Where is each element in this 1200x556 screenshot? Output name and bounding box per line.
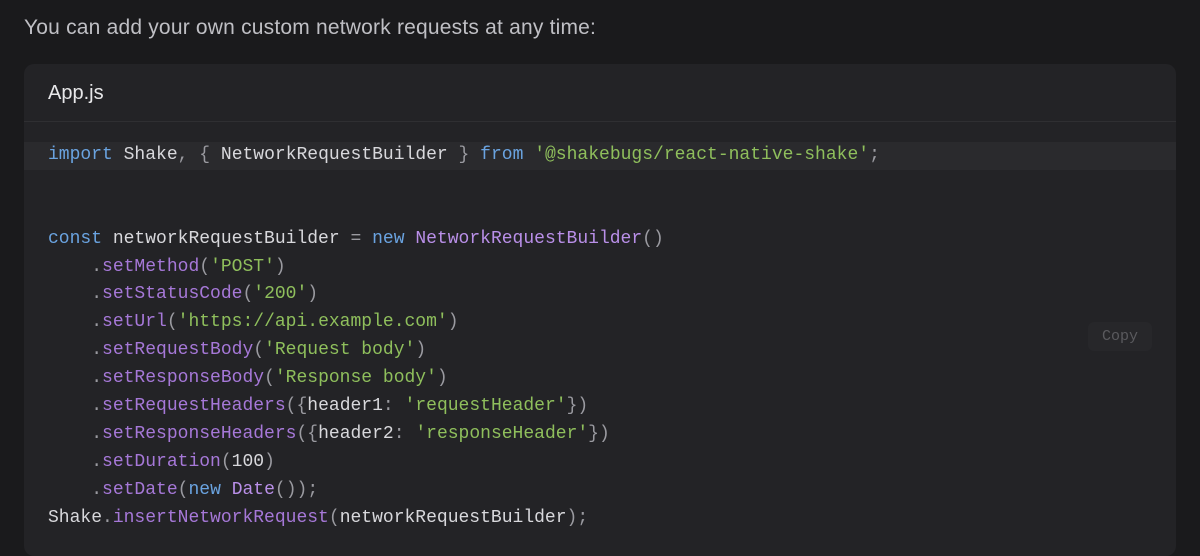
punct: : (394, 424, 405, 444)
punct: { (307, 424, 318, 444)
indent (48, 396, 91, 416)
fn-call: setMethod (102, 257, 199, 277)
punct: , (178, 145, 189, 165)
punct: . (91, 340, 102, 360)
ident-shake: Shake (124, 145, 178, 165)
space (405, 424, 416, 444)
str-arg: '200' (253, 284, 307, 304)
punct: ) (599, 424, 610, 444)
punct: : (383, 396, 394, 416)
str-val: 'responseHeader' (415, 424, 588, 444)
punct: . (91, 312, 102, 332)
punct: ( (264, 368, 275, 388)
obj-key: header2 (318, 424, 394, 444)
punct: . (91, 452, 102, 472)
punct: ( (178, 480, 189, 500)
op-eq: = (350, 229, 361, 249)
punct: } (588, 424, 599, 444)
punct: ( (167, 312, 178, 332)
punct: { (199, 145, 210, 165)
num-arg: 100 (232, 452, 264, 472)
fn-call: setUrl (102, 312, 167, 332)
indent (48, 424, 91, 444)
punct: . (91, 424, 102, 444)
fn-call: setStatusCode (102, 284, 242, 304)
type-date: Date (232, 480, 275, 500)
punct: ) (577, 396, 588, 416)
ident-var: networkRequestBuilder (113, 229, 340, 249)
kw-from: from (480, 145, 523, 165)
punct: ( (199, 257, 210, 277)
indent (48, 284, 91, 304)
punct: ) (275, 257, 286, 277)
punct: . (91, 368, 102, 388)
code-block: App.js Copy import Shake, { NetworkReque… (24, 64, 1176, 556)
code-body: Copy import Shake, { NetworkRequestBuild… (24, 122, 1176, 556)
punct: ) (297, 480, 308, 500)
punct: } (567, 396, 578, 416)
indent (48, 257, 91, 277)
fn-call: insertNetworkRequest (113, 508, 329, 528)
punct: () (642, 229, 664, 249)
punct: } (459, 145, 470, 165)
fn-call: setDate (102, 480, 178, 500)
type-ctor: NetworkRequestBuilder (415, 229, 642, 249)
kw-new: new (372, 229, 404, 249)
str-val: 'requestHeader' (405, 396, 567, 416)
punct: ; (307, 480, 318, 500)
punct: ( (253, 340, 264, 360)
kw-new: new (188, 480, 220, 500)
str-arg: 'Request body' (264, 340, 415, 360)
copy-button[interactable]: Copy (1088, 322, 1152, 351)
fn-call: setRequestHeaders (102, 396, 286, 416)
punct: ) (567, 508, 578, 528)
punct: ( (296, 424, 307, 444)
indent (48, 452, 91, 472)
kw-const: const (48, 229, 102, 249)
punct: ( (221, 452, 232, 472)
ident-shake: Shake (48, 508, 102, 528)
str-arg: 'Response body' (275, 368, 437, 388)
indent (48, 480, 91, 500)
ident-builder: NetworkRequestBuilder (221, 145, 448, 165)
obj-key: header1 (307, 396, 383, 416)
indent (48, 340, 91, 360)
kw-import: import (48, 145, 113, 165)
str-arg: 'https://api.example.com' (178, 312, 448, 332)
fn-call: setDuration (102, 452, 221, 472)
punct: ; (577, 508, 588, 528)
punct: ( (329, 508, 340, 528)
punct: { (296, 396, 307, 416)
ident-arg: networkRequestBuilder (340, 508, 567, 528)
space (394, 396, 405, 416)
punct: ) (437, 368, 448, 388)
punct: ) (415, 340, 426, 360)
punct: ) (448, 312, 459, 332)
intro-text: You can add your own custom network requ… (24, 16, 1176, 40)
punct: ) (264, 452, 275, 472)
code-header: App.js (24, 64, 1176, 122)
fn-call: setResponseBody (102, 368, 264, 388)
punct: () (275, 480, 297, 500)
filename-label: App.js (48, 82, 1152, 105)
punct: . (91, 284, 102, 304)
fn-call: setResponseHeaders (102, 424, 296, 444)
code-content: import Shake, { NetworkRequestBuilder } … (48, 142, 1152, 532)
punct: . (91, 257, 102, 277)
indent (48, 368, 91, 388)
punct: ; (869, 145, 880, 165)
str-pkg: '@shakebugs/react-native-shake' (534, 145, 869, 165)
punct: ) (307, 284, 318, 304)
str-arg: 'POST' (210, 257, 275, 277)
punct: . (91, 396, 102, 416)
punct: . (91, 480, 102, 500)
punct: . (102, 508, 113, 528)
fn-call: setRequestBody (102, 340, 253, 360)
punct: ( (286, 396, 297, 416)
indent (48, 312, 91, 332)
punct: ( (242, 284, 253, 304)
